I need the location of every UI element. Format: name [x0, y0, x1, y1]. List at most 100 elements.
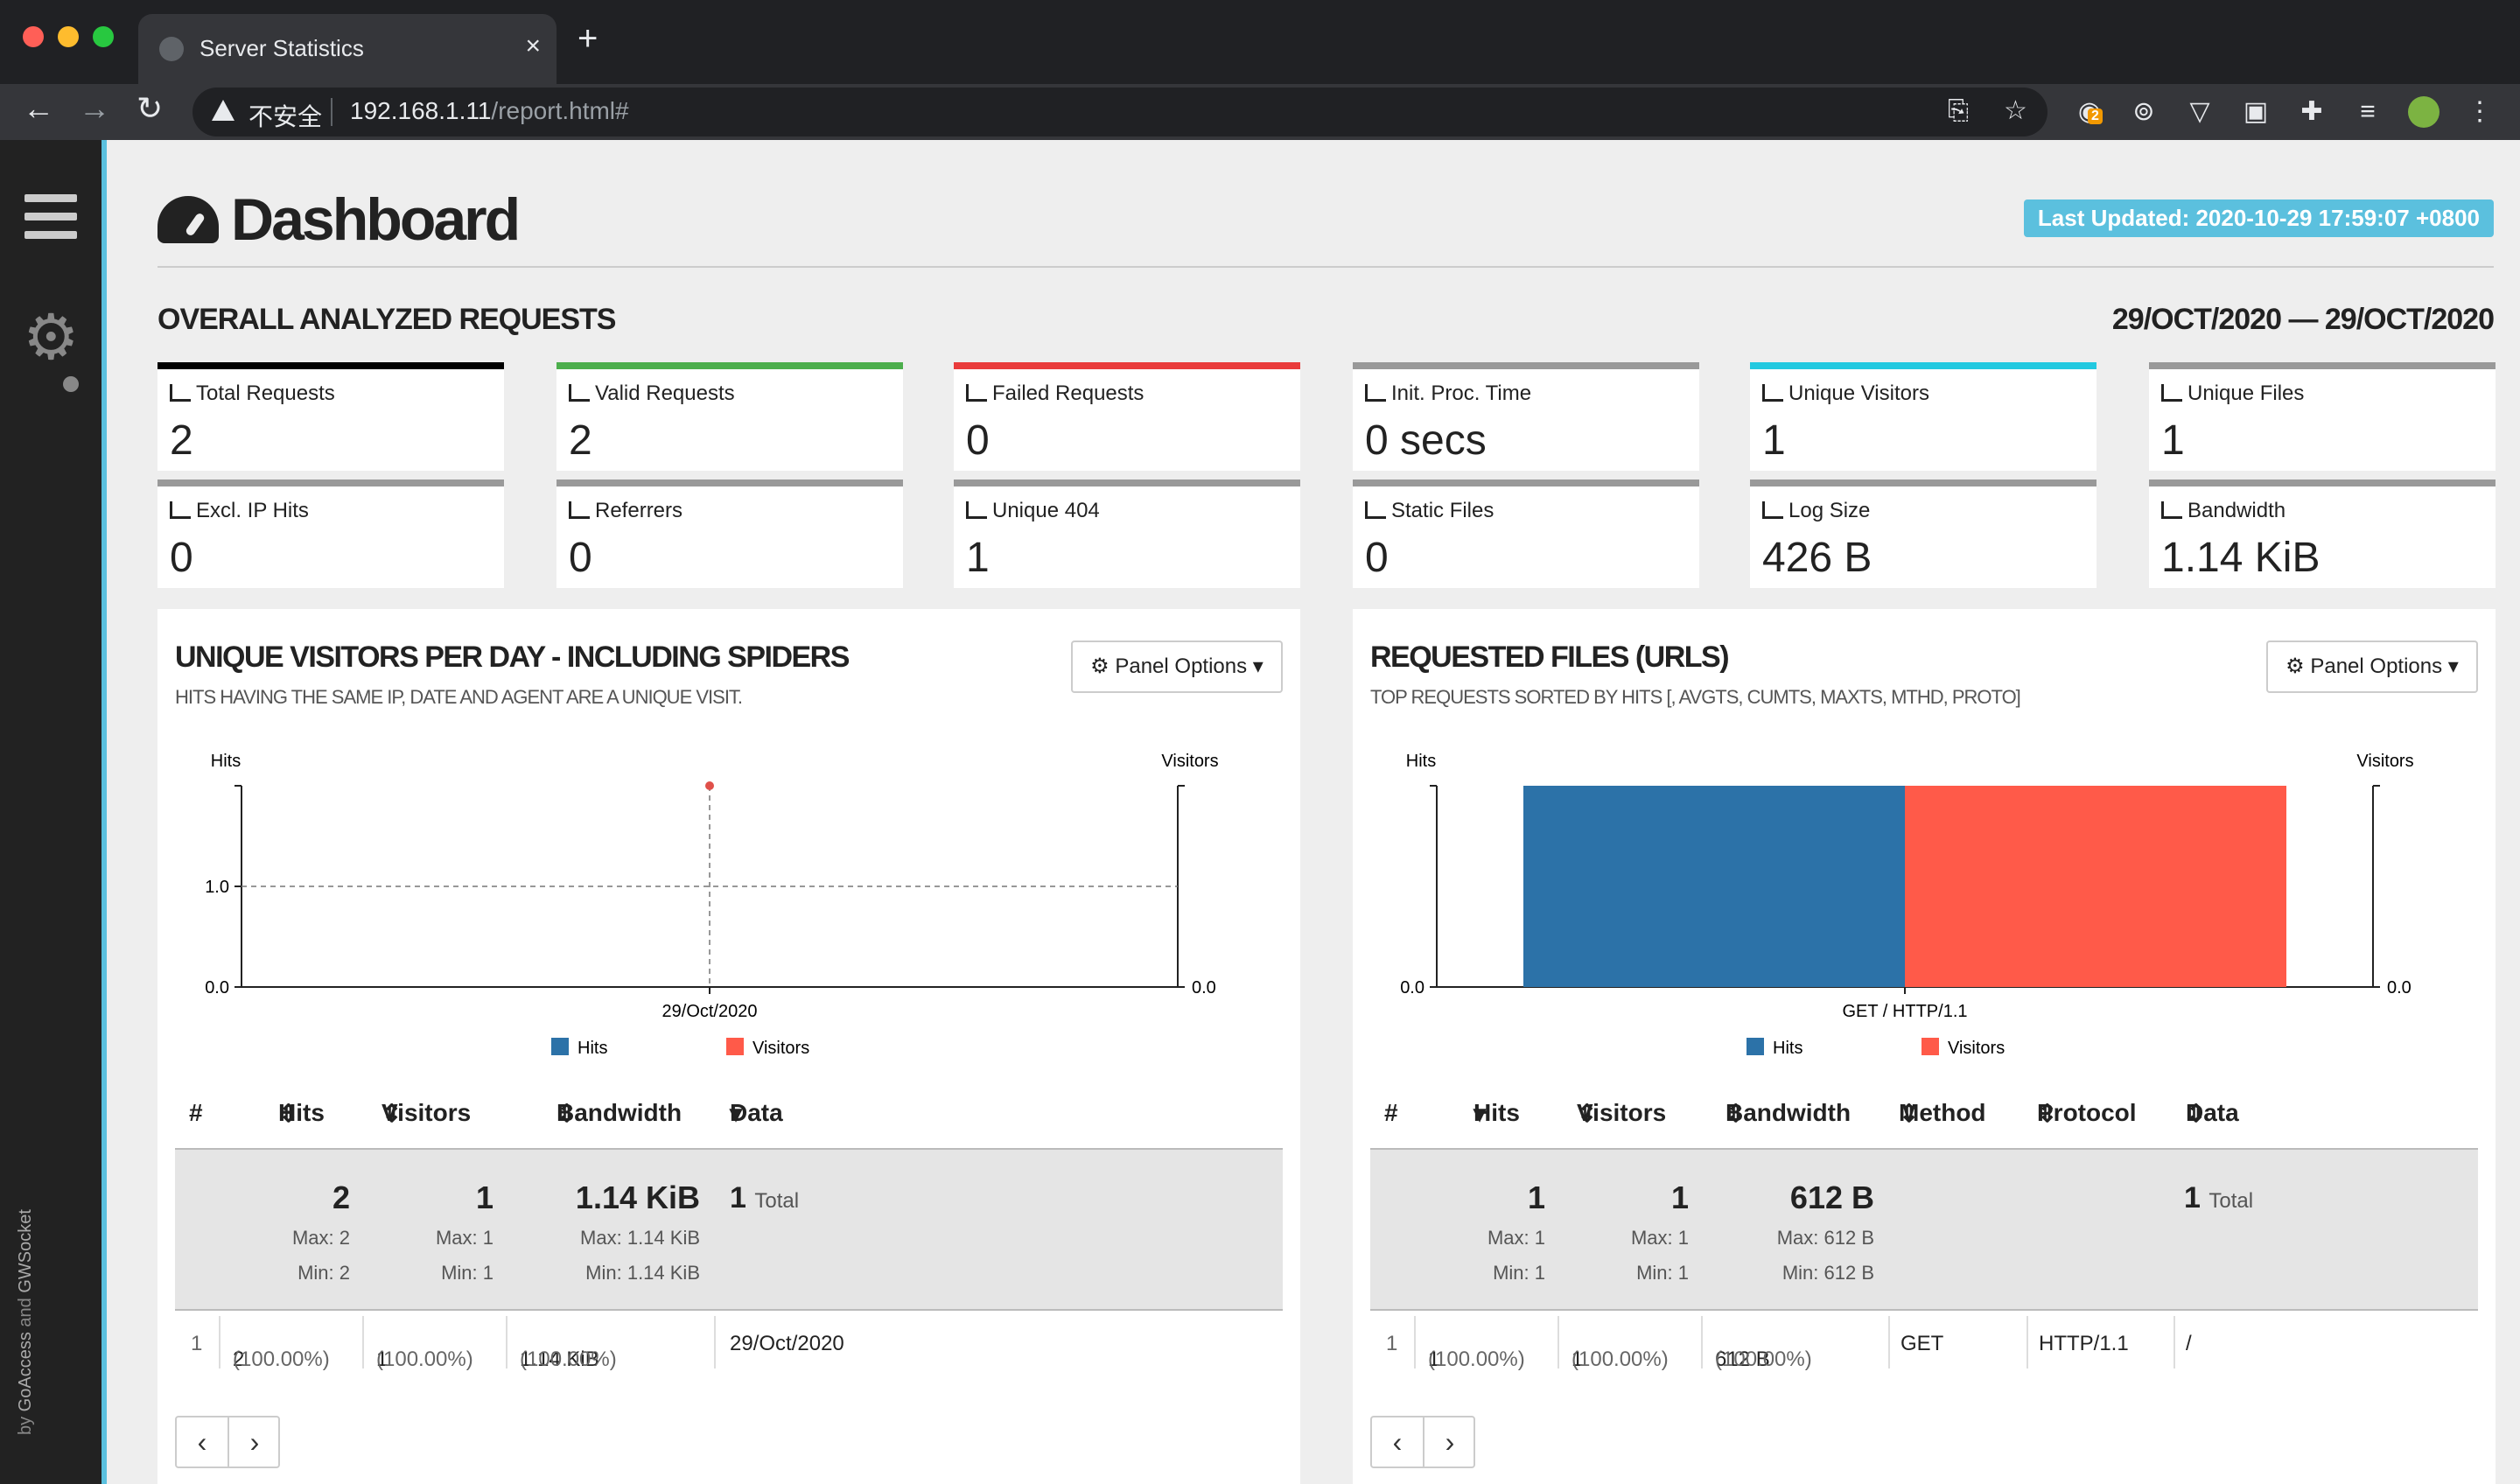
address-bar[interactable]: 不安全 192.168.1.11/report.html# ⎘ ☆	[192, 88, 2048, 136]
profile-avatar[interactable]	[2408, 96, 2440, 128]
next-page-icon[interactable]: ›	[1424, 1424, 1475, 1460]
stat-card-value: 0 secs	[1365, 417, 1487, 464]
panel-options-button[interactable]: ⚙ Panel Options ▾	[2266, 640, 2478, 693]
hamburger-menu-icon[interactable]	[24, 194, 77, 249]
back-arrow-icon[interactable]: ←	[23, 93, 54, 124]
legend-swatch-visitors	[1922, 1038, 1939, 1055]
row-protocol: HTTP/1.1	[2039, 1332, 2129, 1355]
stat-card-label: Static Files	[1365, 499, 1494, 523]
table-row[interactable]: 1 1 (100.00%) 1 (100.00%) 612 B (100.00%…	[1370, 1316, 2478, 1371]
stat-card: Total Requests 2	[158, 362, 504, 471]
stat-card-value: 1.14 KiB	[2161, 535, 2320, 581]
x-tick-label: GET / HTTP/1.1	[1843, 1002, 1968, 1021]
summary-hits-min: Min: 1	[1493, 1262, 1545, 1284]
url-text[interactable]: 192.168.1.11/report.html#	[350, 97, 629, 125]
legend-label-visitors: Visitors	[1948, 1039, 2005, 1058]
extension-square-icon[interactable]: ▣	[2240, 96, 2272, 128]
sort-icon: ⇕	[1726, 1100, 1746, 1127]
stat-card-value: 0	[569, 535, 592, 581]
stat-card: Referrers 0	[556, 480, 903, 588]
media-playlist-icon[interactable]: ≡	[2352, 96, 2384, 128]
stat-card: Excl. IP Hits 0	[158, 480, 504, 588]
stat-card: Unique 404 1	[954, 480, 1300, 588]
minimize-window-button[interactable]	[58, 26, 79, 47]
x-tick-label: 29/Oct/2020	[662, 1002, 758, 1021]
files-chart: Hits Visitors 0.0 0.0 Hits Visitors GET / HTTP…	[1400, 752, 2413, 1058]
close-window-button[interactable]	[23, 26, 44, 47]
bar-hits	[1523, 786, 1905, 987]
summary-bandwidth-max: Max: 1.14 KiB	[580, 1227, 700, 1249]
next-page-icon[interactable]: ›	[229, 1424, 280, 1460]
y2-tick-label: 0.0	[2387, 978, 2412, 998]
row-data: 29/Oct/2020	[730, 1332, 844, 1355]
puzzle-extensions-icon[interactable]: ✚	[2296, 96, 2328, 128]
more-menu-icon[interactable]: ⋮	[2464, 96, 2496, 128]
summary-hits-max: Max: 2	[291, 1227, 350, 1249]
prev-page-icon[interactable]: ‹	[177, 1424, 228, 1460]
data-point-hits	[705, 781, 714, 790]
row-bandwidth-pct: (100.00%)	[1715, 1348, 1812, 1371]
new-tab-icon[interactable]: +	[578, 21, 598, 56]
stat-card: Log Size 426 B	[1750, 480, 2096, 588]
summary-data-count: 1	[730, 1181, 746, 1214]
reload-icon[interactable]: ↻	[136, 93, 163, 124]
stat-card: Unique Files 1	[2149, 362, 2496, 471]
bar-chart-icon	[966, 501, 987, 519]
extension-v-icon[interactable]: ▽	[2184, 96, 2216, 128]
prev-page-icon[interactable]: ‹	[1372, 1424, 1423, 1460]
panel-options-button[interactable]: ⚙ Panel Options ▾	[1071, 640, 1283, 693]
stat-card-label: Failed Requests	[966, 382, 1144, 406]
extension-mask-icon[interactable]: ⊚	[2128, 96, 2160, 128]
stat-card-value: 2	[569, 417, 592, 464]
globe-icon	[159, 37, 184, 61]
overall-heading: OVERALL ANALYZED REQUESTS	[158, 303, 616, 336]
bar-chart-icon	[966, 384, 987, 402]
summary-data-label: Total	[754, 1189, 800, 1213]
bar-chart-icon	[1365, 384, 1386, 402]
gear-icon[interactable]: ⚙	[23, 306, 80, 369]
table-row[interactable]: 1 2 (100.00%) 1 (100.00%) 1.14 KiB (100.…	[175, 1316, 1283, 1371]
stat-card-value: 426 B	[1762, 535, 1872, 581]
cell-divider	[1414, 1316, 1416, 1368]
gwsocket-link[interactable]: GWSocket	[16, 1209, 35, 1293]
cell-divider	[2174, 1316, 2175, 1368]
stat-card-label: Init. Proc. Time	[1365, 382, 1531, 406]
legend-swatch-hits	[551, 1038, 569, 1055]
stat-card-label: Excl. IP Hits	[170, 499, 309, 523]
zoom-window-button[interactable]	[93, 26, 114, 47]
summary-visitors: 1	[1670, 1180, 1689, 1215]
cell-divider	[2026, 1316, 2028, 1368]
legend-label-hits: Hits	[578, 1039, 607, 1058]
bar-chart-icon	[2161, 501, 2182, 519]
y-axis-label: Hits	[1406, 752, 1436, 771]
stat-card-value: 0	[170, 535, 193, 581]
files-panel-title: REQUESTED FILES (URLS)	[1370, 640, 1730, 674]
security-label[interactable]: 不安全	[248, 98, 322, 133]
cell-divider	[1558, 1316, 1559, 1368]
forward-arrow-icon[interactable]: →	[79, 93, 110, 124]
caret-down-icon: ▾	[2447, 654, 2459, 678]
col-index: #	[189, 1099, 203, 1126]
page-title-text: Dashboard	[231, 186, 521, 253]
pagination: ‹ ›	[1370, 1416, 1475, 1468]
date-range: 29/OCT/2020 — 29/OCT/2020	[2111, 303, 2495, 336]
stat-card-label-text: Referrers	[595, 499, 683, 522]
browser-toolbar: ← → ↻ 不安全 192.168.1.11/report.html# ⎘ ☆ …	[0, 84, 2520, 140]
sort-desc-icon: ▾	[1474, 1100, 1487, 1127]
summary-visitors-min: Min: 1	[1636, 1262, 1689, 1284]
sort-icon: ⇕	[278, 1100, 299, 1127]
stat-card-value: 0	[966, 417, 990, 464]
translate-icon[interactable]: ⎘	[1948, 98, 1969, 124]
bar-chart-icon	[1762, 384, 1783, 402]
pagination: ‹ ›	[175, 1416, 280, 1468]
close-tab-icon[interactable]: ×	[525, 32, 541, 61]
stat-card-label: Unique 404	[966, 499, 1100, 523]
summary-hits: 2	[332, 1180, 350, 1215]
summary-hits-min: Min: 2	[298, 1262, 350, 1284]
row-hits-pct: (100.00%)	[233, 1348, 330, 1371]
goaccess-link[interactable]: GoAccess	[16, 1332, 35, 1411]
tab-server-statistics[interactable]: Server Statistics ×	[138, 14, 556, 84]
stat-card-label-text: Unique Files	[2188, 382, 2305, 405]
row-index: 1	[1386, 1332, 1398, 1355]
bookmark-star-icon[interactable]: ☆	[2004, 98, 2027, 124]
